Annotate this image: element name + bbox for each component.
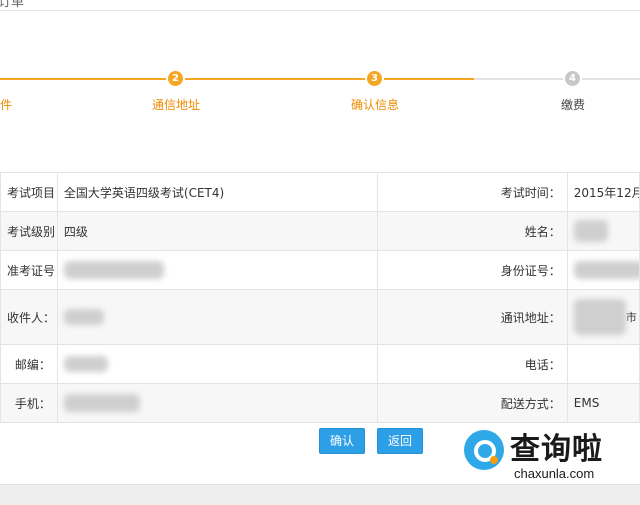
footer-bar <box>0 484 640 505</box>
step-4-label: 缴费 <box>560 98 586 112</box>
exam-item-value: 全国大学英语四级考试(CET4) <box>56 172 379 212</box>
name-value <box>566 211 640 251</box>
exam-item-label: 考试项目： <box>0 172 58 212</box>
step-line-completed <box>0 78 474 80</box>
exam-level-label: 考试级别： <box>0 211 58 251</box>
top-header: 订单 <box>0 0 640 11</box>
postcode-label: 邮编： <box>0 344 58 384</box>
recipient-value <box>56 289 379 345</box>
ticket-value <box>56 250 379 290</box>
phone-label: 电话： <box>377 344 568 384</box>
delivery-label: 配送方式： <box>377 383 568 423</box>
step-2-dot: 2 <box>168 71 183 86</box>
redacted-value <box>573 220 608 242</box>
redacted-value <box>63 261 164 279</box>
redacted-value <box>573 261 639 279</box>
watermark-logo: 查询啦 chaxunla.com <box>462 424 640 484</box>
table-row: 考试级别： 四级 姓名： <box>0 211 640 251</box>
header-title-fragment: 订单 <box>0 0 25 10</box>
recipient-label: 收件人： <box>0 289 58 345</box>
step-progress: 2 3 4 件 通信地址 确认信息 缴费 <box>0 60 640 120</box>
redacted-value <box>573 299 626 335</box>
address-label: 通讯地址： <box>377 289 568 345</box>
exam-time-value: 2015年12月 <box>566 172 640 212</box>
redacted-value <box>63 356 108 372</box>
delivery-value: EMS <box>566 383 640 423</box>
confirm-info-table: 考试项目： 全国大学英语四级考试(CET4) 考试时间： 2015年12月 考试… <box>0 172 640 423</box>
step-3-label: 确认信息 <box>350 98 400 112</box>
mobile-label: 手机： <box>0 383 58 423</box>
address-value: 市 <box>566 289 640 345</box>
ticket-label: 准考证号： <box>0 250 58 290</box>
step-3-dot: 3 <box>367 71 382 86</box>
back-button[interactable]: 返回 <box>377 428 424 454</box>
address-partial: 市 <box>625 311 637 324</box>
table-row: 邮编： 电话： <box>0 344 640 384</box>
name-label: 姓名： <box>377 211 568 251</box>
step-1-label: 件 <box>0 98 13 112</box>
confirm-button[interactable]: 确认 <box>319 428 366 454</box>
step-line-pending <box>474 78 640 80</box>
table-row: 收件人： 通讯地址： 市 <box>0 289 640 345</box>
redacted-value <box>63 394 140 412</box>
table-row: 准考证号： 身份证号： <box>0 250 640 290</box>
table-row: 考试项目： 全国大学英语四级考试(CET4) 考试时间： 2015年12月 <box>0 172 640 212</box>
watermark-cn-text: 查询啦 <box>510 432 603 467</box>
search-magnifier-icon <box>464 430 504 470</box>
phone-value <box>566 344 640 384</box>
id-value <box>566 250 640 290</box>
watermark-en-text: chaxunla.com <box>514 466 595 481</box>
id-label: 身份证号： <box>377 250 568 290</box>
exam-time-label: 考试时间： <box>377 172 568 212</box>
mobile-value <box>56 383 379 423</box>
postcode-value <box>56 344 379 384</box>
step-4-dot: 4 <box>565 71 580 86</box>
exam-level-value: 四级 <box>56 211 379 251</box>
step-2-label: 通信地址 <box>151 98 201 112</box>
table-row: 手机： 配送方式： EMS <box>0 383 640 423</box>
redacted-value <box>63 309 104 325</box>
